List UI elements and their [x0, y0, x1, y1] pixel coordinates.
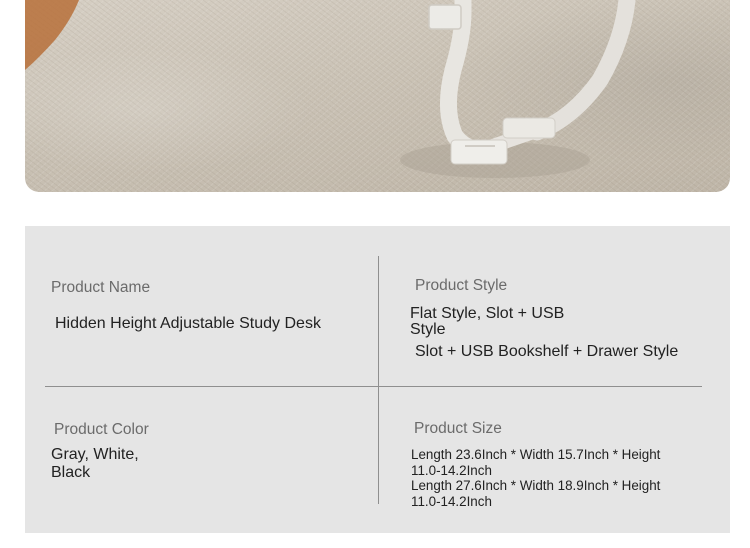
product-name-value: Hidden Height Adjustable Study Desk: [55, 315, 321, 332]
hinge-block: [428, 4, 462, 30]
product-name-label: Product Name: [51, 279, 151, 296]
horizontal-divider: [45, 386, 702, 387]
spec-panel: Product Name Hidden Height Adjustable St…: [25, 226, 730, 533]
desk-leg-right: [528, 0, 636, 141]
leg-foot-right: [502, 117, 556, 139]
vertical-divider: [378, 256, 379, 504]
desk-leg-illustration: [25, 0, 636, 178]
product-photo: [25, 0, 730, 192]
product-color-label: Product Color: [54, 421, 149, 438]
furniture-corner: [25, 0, 79, 70]
leg-foot-left: [450, 139, 508, 165]
product-size-value-1: Length 23.6Inch * Width 15.7Inch * Heigh…: [411, 447, 661, 478]
product-style-label: Product Style: [415, 277, 508, 294]
product-color-value: Gray, White, Black: [51, 446, 139, 481]
product-size-label: Product Size: [414, 420, 502, 437]
product-style-value-2: Slot + USB Bookshelf + Drawer Style: [415, 343, 679, 360]
product-size-value-2: Length 27.6Inch * Width 18.9Inch * Heigh…: [411, 478, 661, 509]
product-style-value-1: Flat Style, Slot + USB Style: [410, 305, 565, 338]
